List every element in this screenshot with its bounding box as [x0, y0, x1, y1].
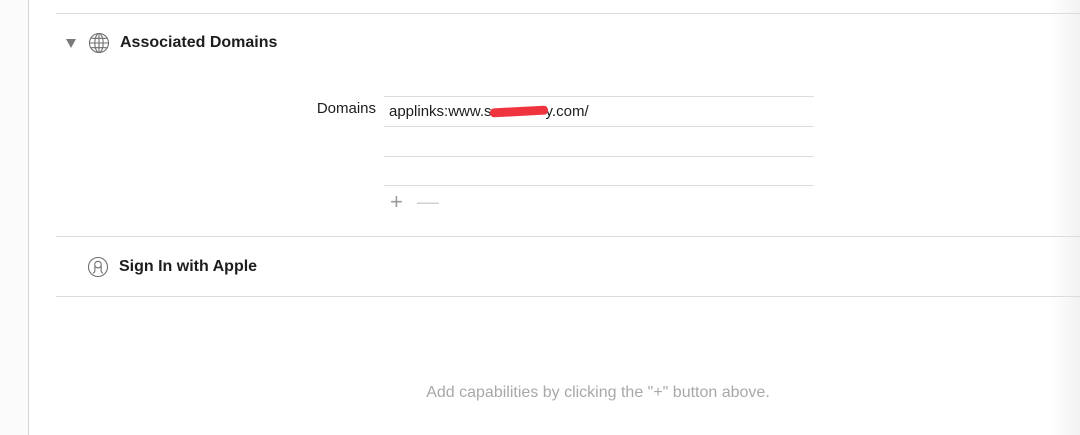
domains-label: Domains [316, 100, 376, 117]
sign-in-with-apple-header[interactable]: Sign In with Apple [87, 256, 257, 278]
associated-domains-header[interactable]: Associated Domains [66, 32, 277, 54]
associated-domains-title: Associated Domains [120, 34, 278, 51]
disclosure-triangle-icon[interactable] [66, 38, 76, 48]
add-capabilities-hint: Add capabilities by clicking the "+" but… [426, 384, 770, 401]
domain-row[interactable]: applinks:www.s y.com/ [384, 96, 814, 126]
domains-list: applinks:www.s y.com/ [384, 96, 814, 186]
remove-domain-button[interactable]: — [417, 190, 439, 214]
sign-in-with-apple-title: Sign In with Apple [119, 258, 258, 275]
redaction-mark [489, 105, 548, 118]
editor-left-edge [0, 0, 29, 435]
domain-row[interactable] [384, 126, 814, 156]
globe-icon [88, 32, 110, 54]
person-icon [87, 256, 109, 278]
add-domain-button[interactable]: + [390, 190, 403, 214]
editor-right-edge [1050, 0, 1080, 435]
section-divider [56, 236, 1080, 237]
section-divider-bottom [56, 296, 1080, 297]
domains-list-controls: + — [390, 190, 439, 214]
section-divider-top [56, 13, 1080, 14]
domain-value-prefix: applinks:www.s [389, 103, 492, 120]
domain-row[interactable] [384, 156, 814, 186]
domain-value-suffix: y.com/ [545, 103, 589, 120]
